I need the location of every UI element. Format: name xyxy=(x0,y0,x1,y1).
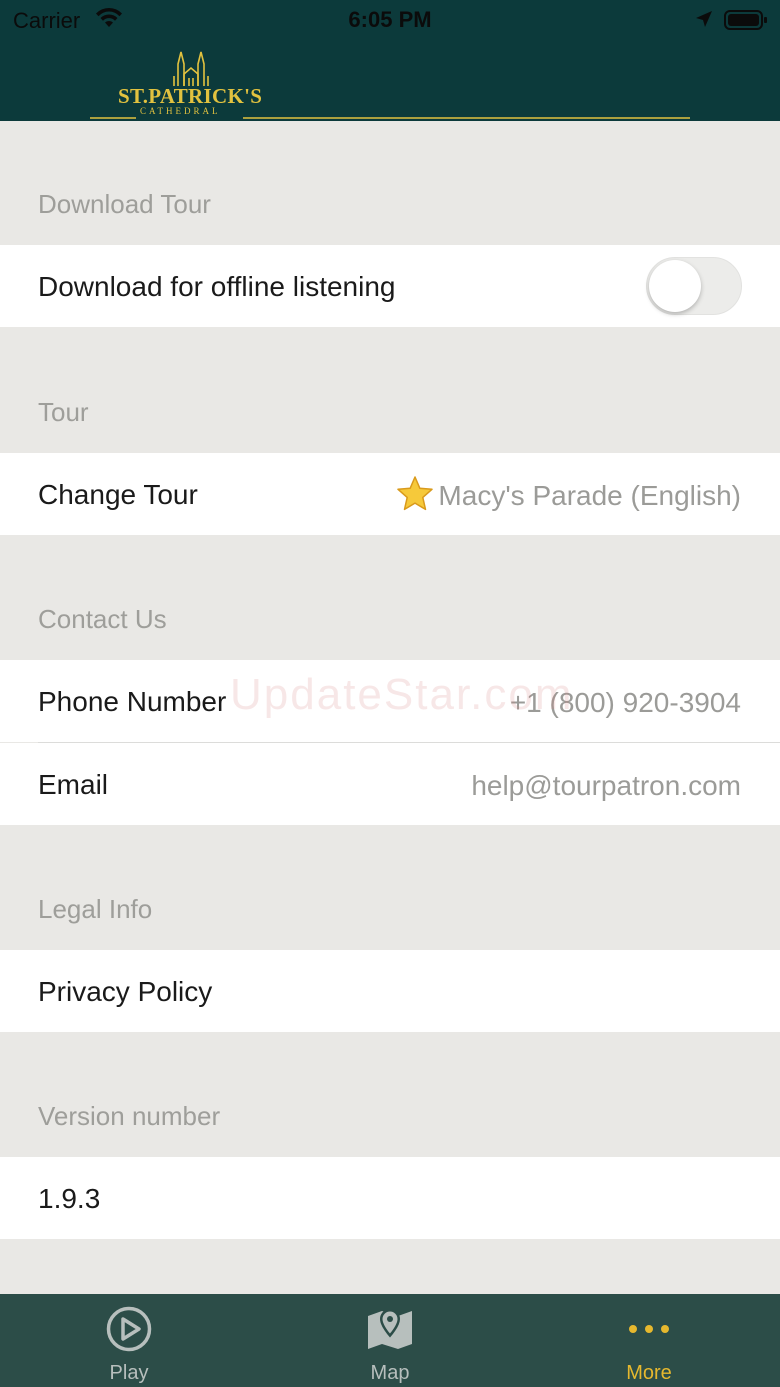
more-dots-icon xyxy=(569,1306,729,1357)
email-row[interactable]: Email help@tourpatron.com xyxy=(0,743,780,825)
tab-more[interactable]: More xyxy=(569,1294,729,1387)
logo-subtitle: CATHEDRAL xyxy=(140,106,221,116)
row-divider xyxy=(38,742,780,743)
tab-more-label: More xyxy=(626,1362,672,1384)
offline-download-label: Download for offline listening xyxy=(38,271,396,302)
star-icon xyxy=(396,475,434,518)
section-header-tour: Tour xyxy=(38,397,89,427)
version-row: 1.9.3 xyxy=(0,1157,780,1239)
tab-map[interactable]: Map xyxy=(310,1294,470,1387)
tab-play[interactable]: Play xyxy=(49,1294,209,1387)
app-header: ST.PATRICK'S CATHEDRAL xyxy=(0,40,780,121)
section-header-legal: Legal Info xyxy=(38,894,153,924)
battery-icon xyxy=(724,9,768,36)
privacy-policy-row[interactable]: Privacy Policy xyxy=(0,950,780,1032)
version-value: 1.9.3 xyxy=(38,1183,101,1214)
map-pin-icon xyxy=(310,1306,470,1357)
email-value[interactable]: help@tourpatron.com xyxy=(471,770,741,802)
status-time: 6:05 PM xyxy=(348,7,432,32)
section-header-download: Download Tour xyxy=(38,189,211,219)
tab-map-label: Map xyxy=(370,1362,410,1384)
offline-download-row[interactable]: Download for offline listening xyxy=(0,245,780,327)
phone-number-label: Phone Number xyxy=(38,686,227,717)
change-tour-row[interactable]: Change Tour Macy's Parade (English) xyxy=(0,453,780,535)
status-bar: Carrier 6:05 PM xyxy=(0,0,780,40)
tab-play-label: Play xyxy=(109,1362,149,1384)
section-header-contact: Contact Us xyxy=(38,604,167,634)
current-tour-value: Macy's Parade (English) xyxy=(438,480,741,511)
toggle-knob xyxy=(649,260,701,312)
location-arrow-icon xyxy=(695,10,713,33)
section-header-version: Version number xyxy=(38,1101,221,1131)
watermark-text: UpdateStar.com xyxy=(230,670,574,719)
email-label: Email xyxy=(38,769,109,800)
offline-download-toggle[interactable] xyxy=(646,257,742,315)
tab-bar: Play Map More xyxy=(0,1294,780,1387)
play-circle-icon xyxy=(49,1306,209,1357)
change-tour-label: Change Tour xyxy=(38,479,198,510)
privacy-policy-label: Privacy Policy xyxy=(38,976,213,1007)
